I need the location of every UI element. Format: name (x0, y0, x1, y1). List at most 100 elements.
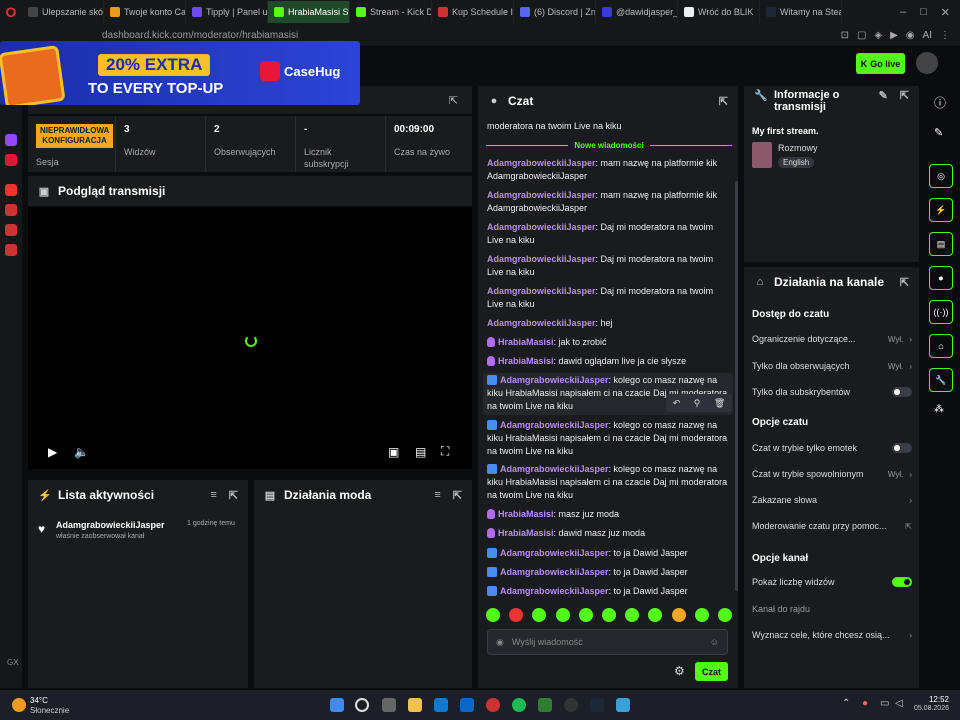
theater-icon[interactable]: ▤ (415, 445, 426, 459)
emoji-icon[interactable]: ☺ (710, 637, 719, 647)
chat-username[interactable]: HrabiaMasisi (498, 528, 554, 538)
emote-icon[interactable] (578, 608, 593, 622)
goals-row[interactable]: Wyznacz cele, które chcesz osią... › (752, 630, 912, 640)
chat-username[interactable]: AdamgrabowieckiiJasper (500, 548, 609, 558)
chat-username[interactable]: AdamgrabowieckiiJasper (500, 567, 609, 577)
emote-icon[interactable] (486, 608, 500, 622)
app-icon[interactable] (616, 698, 630, 712)
apps-icon[interactable]: ⁂ (934, 404, 944, 415)
chat-message[interactable]: AdamgrabowieckiiJasper: kolego co masz n… (487, 419, 731, 458)
close-icon[interactable]: ✕ (941, 6, 950, 19)
browser-tab[interactable]: Tipply | Panel u (186, 1, 268, 23)
store-icon[interactable] (434, 698, 448, 712)
restriction-row[interactable]: Ograniczenie dotyczące... Wył. › (752, 334, 912, 344)
chat-icon[interactable]: ● (929, 266, 953, 290)
chat-message[interactable]: AdamgrabowieckiiJasper: Daj mi moderator… (487, 285, 731, 311)
browser-tab[interactable]: Wróć do BLIK (678, 1, 760, 23)
chat-username[interactable]: AdamgrabowieckiiJasper (500, 464, 609, 474)
emote-icon[interactable] (717, 608, 732, 622)
file-explorer-icon[interactable] (408, 698, 422, 712)
chat-message[interactable]: AdamgrabowieckiiJasper: hej (487, 317, 731, 330)
gear-icon[interactable]: ⚙ (674, 664, 685, 678)
spotify-icon[interactable] (512, 698, 526, 712)
category-label[interactable]: Rozmowy (778, 143, 818, 153)
ai-icon[interactable]: AI (923, 30, 932, 41)
music-icon[interactable] (5, 184, 17, 196)
browser-tab[interactable]: Witamy na Stea (760, 1, 842, 23)
chat-scrollbar[interactable] (735, 181, 738, 591)
go-live-button[interactable]: K Go live (856, 53, 905, 74)
fullscreen-icon[interactable]: ⛶ (441, 444, 449, 459)
pin-icon[interactable]: ⚲ (694, 398, 701, 409)
video-player[interactable]: ▶ 🔈 ▣ ▤ ⛶ (28, 207, 472, 469)
chat-message[interactable]: HrabiaMasisi: masz juz moda (487, 508, 731, 521)
clock-date[interactable]: 05.08.2026 (905, 705, 949, 712)
emote-icon[interactable] (625, 608, 640, 622)
chat-message[interactable]: HrabiaMasisi: dawid masz juz moda (487, 527, 731, 540)
subs-only-toggle[interactable] (892, 387, 912, 397)
edit-icon[interactable]: ✎ (934, 126, 943, 139)
weather-sun-icon[interactable] (12, 698, 26, 712)
chat-message[interactable]: HrabiaMasisi: dawid oglądam live ja cie … (487, 355, 731, 368)
extension-icon[interactable]: ▢ (857, 30, 866, 41)
bolt-icon[interactable]: ⚡ (929, 198, 953, 222)
search-icon[interactable] (355, 698, 369, 712)
trash-icon[interactable]: 🗑 (714, 398, 725, 409)
send-chat-button[interactable]: Czat (695, 662, 728, 681)
obs-icon[interactable] (564, 698, 578, 712)
popout-icon[interactable]: ⇱ (449, 94, 458, 107)
extension-icon[interactable]: ◈ (874, 30, 882, 41)
chat-username[interactable]: AdamgrabowieckiiJasper (487, 190, 596, 200)
mic-icon[interactable]: ● (862, 698, 868, 709)
popout-icon[interactable]: ⇱ (229, 489, 238, 502)
show-viewers-toggle[interactable] (892, 577, 912, 587)
ad-banner[interactable]: 20% EXTRA TO EVERY TOP-UP CaseHug (0, 41, 360, 105)
chat-username[interactable]: HrabiaMasisi (498, 337, 554, 347)
opera-gx-icon[interactable] (486, 698, 500, 712)
edge-icon[interactable] (460, 698, 474, 712)
twitch-icon[interactable] (5, 134, 17, 146)
task-view-icon[interactable] (382, 698, 396, 712)
chat-message[interactable]: AdamgrabowieckiiJasper: to ja Dawid Jasp… (487, 547, 731, 560)
browser-tab[interactable]: HrabiaMasisi Stream - Kick (268, 1, 350, 23)
chat-message[interactable]: HrabiaMasisi: jak to zrobić (487, 336, 731, 349)
emote-icon[interactable] (509, 608, 524, 622)
pip-icon[interactable]: ▣ (388, 445, 399, 459)
store-icon[interactable]: ⌂ (929, 334, 953, 358)
banned-words-row[interactable]: Zakazane słowa › (752, 495, 912, 505)
slow-mode-row[interactable]: Czat w trybie spowolnionym Wył. › (752, 469, 912, 479)
chat-message[interactable]: AdamgrabowieckiiJasper: to ja Dawid Jasp… (487, 566, 731, 579)
wrench-icon[interactable]: 🔧 (929, 368, 953, 392)
app-icon[interactable] (5, 224, 17, 236)
windows-start-icon[interactable] (330, 698, 344, 712)
camera-icon[interactable]: ◎ (929, 164, 953, 188)
browser-tab[interactable]: Stream - Kick D (350, 1, 432, 23)
chat-username[interactable]: AdamgrabowieckiiJasper (487, 318, 596, 328)
chat-username[interactable]: AdamgrabowieckiiJasper (487, 254, 596, 264)
raid-channel-row[interactable]: Kanał do rajdu (752, 604, 912, 614)
avatar[interactable] (916, 52, 938, 74)
browser-tab[interactable]: Kup Schedule I (432, 1, 514, 23)
browser-tab[interactable]: @dawidjasper_ (596, 1, 678, 23)
chat-message[interactable]: AdamgrabowieckiiJasper: Daj mi moderator… (487, 253, 731, 279)
chat-username[interactable]: HrabiaMasisi (498, 509, 554, 519)
emote-icon[interactable] (555, 608, 570, 622)
browser-tab[interactable]: Twoje konto Ca (104, 1, 186, 23)
chat-username[interactable]: AdamgrabowieckiiJasper (500, 375, 609, 385)
chat-username[interactable]: AdamgrabowieckiiJasper (487, 286, 596, 296)
url-text[interactable]: dashboard.kick.com/moderator/hrabiamasis… (102, 30, 298, 41)
maximize-icon[interactable]: □ (920, 6, 927, 19)
chat-username[interactable]: AdamgrabowieckiiJasper (500, 586, 609, 596)
chat-message[interactable]: AdamgrabowieckiiJasper: kolego co masz n… (487, 463, 731, 502)
extension-icon[interactable]: ◉ (906, 30, 915, 41)
new-messages-divider[interactable]: Nowe wiadomości (486, 139, 733, 151)
filter-icon[interactable]: ≡ (210, 489, 216, 502)
followers-only-row[interactable]: Tylko dla obserwujących Wył. › (752, 361, 912, 371)
filter-icon[interactable]: ≡ (434, 489, 440, 502)
emote-icon[interactable] (694, 608, 709, 622)
activity-user[interactable]: AdamgrabowieckiiJasper (56, 520, 165, 530)
gx-icon[interactable]: GX (7, 658, 19, 667)
emote-icon[interactable] (601, 608, 616, 622)
app-icon[interactable] (5, 244, 17, 256)
document-icon[interactable]: ▤ (929, 232, 953, 256)
